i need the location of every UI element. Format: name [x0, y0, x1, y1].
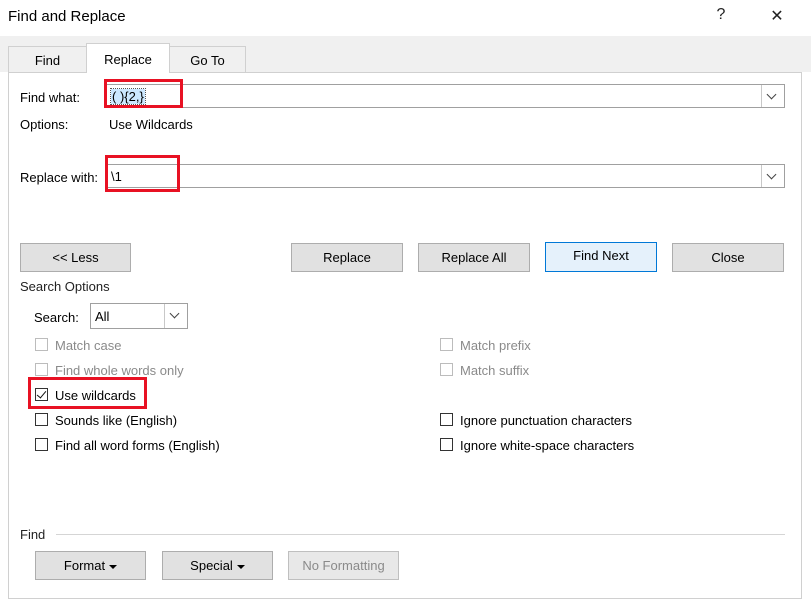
- search-direction-dropdown[interactable]: [164, 304, 187, 328]
- special-button-label: Special: [190, 558, 233, 573]
- sounds-like-label: Sounds like (English): [55, 413, 178, 428]
- tab-replace-label: Replace: [104, 52, 152, 67]
- sounds-like-checkbox[interactable]: [35, 413, 48, 426]
- replace-all-button[interactable]: Replace All: [418, 243, 530, 272]
- dropdown-arrow-icon: [109, 564, 118, 569]
- chevron-down-icon: [169, 308, 180, 319]
- search-direction-value: All: [95, 309, 110, 324]
- close-button[interactable]: Close: [672, 243, 784, 272]
- less-button[interactable]: << Less: [20, 243, 131, 272]
- match-suffix-checkbox[interactable]: [440, 363, 453, 376]
- replace-with-label: Replace with:: [20, 170, 99, 185]
- whole-words-checkbox[interactable]: [35, 363, 48, 376]
- find-next-button[interactable]: Find Next: [545, 242, 657, 272]
- ignore-whitespace-checkbox[interactable]: [440, 438, 453, 451]
- word-forms-label: Find all word forms (English): [55, 438, 220, 453]
- find-section-heading: Find: [20, 527, 46, 542]
- ignore-punctuation-label: Ignore punctuation characters: [460, 413, 632, 428]
- tab-find-label: Find: [34, 53, 61, 68]
- no-formatting-button[interactable]: No Formatting: [288, 551, 399, 580]
- search-label: Search:: [34, 310, 79, 325]
- tab-find[interactable]: Find: [8, 46, 87, 72]
- chevron-down-icon: [766, 89, 777, 100]
- match-prefix-label: Match prefix: [460, 338, 531, 353]
- chevron-down-icon: [766, 169, 777, 180]
- dialog-panel: [8, 72, 802, 599]
- highlight-box-wildcards: [28, 377, 147, 409]
- tab-replace[interactable]: Replace: [86, 43, 170, 73]
- match-prefix-checkbox[interactable]: [440, 338, 453, 351]
- replace-with-dropdown[interactable]: [761, 165, 784, 187]
- format-button[interactable]: Format: [35, 551, 146, 580]
- special-button[interactable]: Special: [162, 551, 273, 580]
- find-what-label: Find what:: [20, 90, 80, 105]
- find-what-combo[interactable]: ( ){2,}: [106, 84, 785, 108]
- format-button-label: Format: [63, 558, 106, 573]
- search-direction-select[interactable]: All: [90, 303, 188, 329]
- find-section-divider: [56, 534, 785, 535]
- whole-words-label: Find whole words only: [55, 363, 184, 378]
- find-what-dropdown[interactable]: [761, 85, 784, 107]
- highlight-box-replace: [105, 155, 180, 192]
- options-label: Options:: [20, 117, 69, 132]
- match-case-label: Match case: [55, 338, 122, 353]
- help-button[interactable]: ?: [706, 6, 736, 24]
- tab-goto[interactable]: Go To: [169, 46, 246, 72]
- options-value: Use Wildcards: [109, 117, 193, 132]
- ignore-punctuation-checkbox[interactable]: [440, 413, 453, 426]
- dropdown-arrow-icon: [236, 564, 245, 569]
- match-case-checkbox[interactable]: [35, 338, 48, 351]
- replace-with-combo[interactable]: \1: [106, 164, 785, 188]
- replace-button[interactable]: Replace: [291, 243, 403, 272]
- ignore-whitespace-label: Ignore white-space characters: [460, 438, 635, 453]
- word-forms-checkbox[interactable]: [35, 438, 48, 451]
- match-suffix-label: Match suffix: [460, 363, 530, 378]
- search-options-heading: Search Options: [20, 279, 110, 294]
- close-window-icon[interactable]: ✕: [762, 6, 792, 26]
- window-title: Find and Replace: [8, 8, 126, 25]
- tab-goto-label: Go To: [190, 53, 225, 68]
- highlight-box-find: [104, 79, 183, 108]
